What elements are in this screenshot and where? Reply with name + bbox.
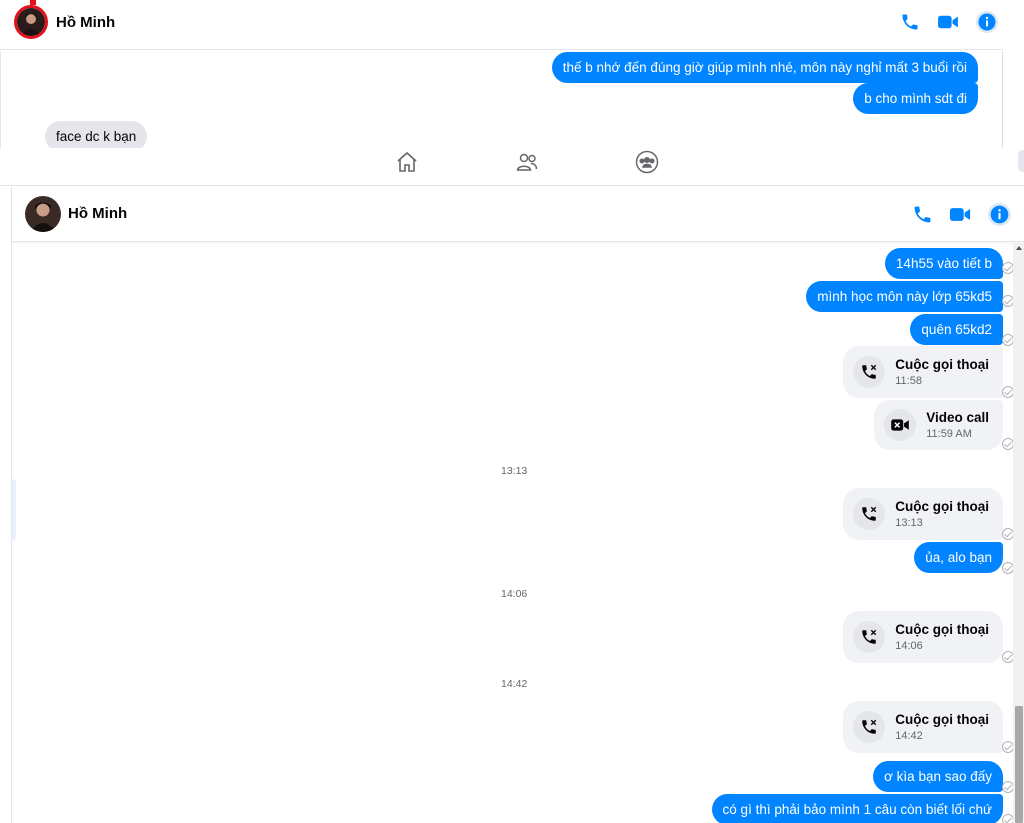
seen-check-icon bbox=[1002, 562, 1013, 574]
call-time: 11:58 bbox=[895, 374, 922, 387]
missed-video-call-card[interactable]: Video call 11:59 AM bbox=[874, 400, 1003, 450]
seen-check-icon bbox=[1002, 781, 1013, 793]
seen-check-icon bbox=[1002, 651, 1013, 663]
call-title: Cuộc gọi thoại bbox=[895, 621, 989, 637]
chat-header: Hồ Minh bbox=[0, 0, 1003, 50]
seen-check-icon bbox=[1002, 814, 1013, 823]
seen-check-icon bbox=[1002, 334, 1013, 346]
message-list[interactable]: thế b nhớ đến đúng giờ giúp mình nhé, mô… bbox=[0, 51, 1003, 149]
time-separator-label: 13:13 bbox=[501, 465, 528, 477]
missed-call-card[interactable]: Cuộc gọi thoại 11:58 bbox=[843, 346, 1003, 398]
call-time: 14:42 bbox=[895, 729, 923, 742]
missed-call-icon bbox=[853, 621, 886, 653]
message-bubble[interactable]: face dc k bạn bbox=[45, 121, 148, 149]
missed-call-icon bbox=[853, 711, 886, 743]
info-icon[interactable] bbox=[975, 10, 999, 34]
missed-video-icon bbox=[884, 409, 917, 441]
time-separator-label: 14:42 bbox=[501, 678, 528, 690]
contact-name[interactable]: Hồ Minh bbox=[56, 14, 115, 31]
phone-icon[interactable] bbox=[911, 203, 933, 225]
scrollbar-thumb[interactable] bbox=[1015, 706, 1023, 823]
avatar[interactable] bbox=[14, 5, 48, 39]
call-title: Cuộc gọi thoại bbox=[895, 711, 989, 727]
message-bubble[interactable]: thế b nhớ đến đúng giờ giúp mình nhé, mô… bbox=[551, 52, 978, 83]
video-camera-icon[interactable] bbox=[937, 12, 959, 32]
call-time: 14:06 bbox=[895, 639, 923, 652]
avatar[interactable] bbox=[25, 196, 61, 232]
call-title: Video call bbox=[926, 409, 989, 425]
call-time: 13:13 bbox=[895, 516, 923, 529]
missed-call-card[interactable]: Cuộc gọi thoại 13:13 bbox=[843, 488, 1003, 540]
scrollbar[interactable] bbox=[1013, 243, 1024, 823]
contact-name[interactable]: Hồ Minh bbox=[68, 205, 127, 222]
message-bubble[interactable]: ơ kìa bạn sao đấy bbox=[873, 761, 1003, 792]
scroll-up-arrow-icon[interactable] bbox=[1016, 246, 1022, 250]
seen-check-icon bbox=[1002, 295, 1013, 307]
message-bubble[interactable]: ủa, alo bạn bbox=[914, 542, 1003, 573]
missed-call-icon bbox=[853, 356, 886, 388]
missed-call-icon bbox=[853, 498, 886, 530]
video-camera-icon[interactable] bbox=[948, 203, 972, 225]
home-icon[interactable] bbox=[395, 150, 419, 174]
missed-call-card[interactable]: Cuộc gọi thoại 14:06 bbox=[843, 611, 1003, 663]
info-icon[interactable] bbox=[986, 201, 1012, 227]
scrollbar-nub bbox=[1018, 150, 1024, 172]
call-title: Cuộc gọi thoại bbox=[895, 498, 989, 514]
groups-icon[interactable] bbox=[635, 150, 659, 174]
friends-icon[interactable] bbox=[515, 150, 539, 174]
bottom-tab-bar bbox=[0, 148, 1024, 186]
chat-header: Hồ Minh bbox=[12, 187, 1024, 242]
message-bubble[interactable]: quên 65kd2 bbox=[910, 314, 1003, 345]
seen-check-icon bbox=[1002, 741, 1013, 753]
background-chat-window: Hồ Minh thế b nhớ đến đúng giờ giúp mình… bbox=[0, 0, 1024, 187]
seen-check-icon bbox=[1002, 438, 1013, 450]
message-bubble[interactable]: có gì thì phải bảo mình 1 câu còn biết l… bbox=[711, 794, 1003, 823]
message-list[interactable]: 14h55 vào tiết b mình học môn này lớp 65… bbox=[12, 243, 1013, 823]
phone-icon[interactable] bbox=[900, 12, 920, 32]
chat-window: Hồ Minh 14h55 vào tiết b mình học môn nà… bbox=[11, 187, 1024, 823]
seen-check-icon bbox=[1002, 528, 1013, 540]
missed-call-card[interactable]: Cuộc gọi thoại 14:42 bbox=[843, 701, 1003, 753]
seen-check-icon bbox=[1002, 386, 1013, 398]
time-separator-label: 14:06 bbox=[501, 588, 528, 600]
message-bubble[interactable]: 14h55 vào tiết b bbox=[884, 248, 1003, 279]
call-time: 11:59 AM bbox=[926, 427, 972, 440]
call-title: Cuộc gọi thoại bbox=[895, 356, 989, 372]
message-bubble[interactable]: mình học môn này lớp 65kd5 bbox=[806, 281, 1003, 312]
message-bubble[interactable]: b cho mình sdt đi bbox=[853, 83, 978, 114]
seen-check-icon bbox=[1002, 262, 1013, 274]
